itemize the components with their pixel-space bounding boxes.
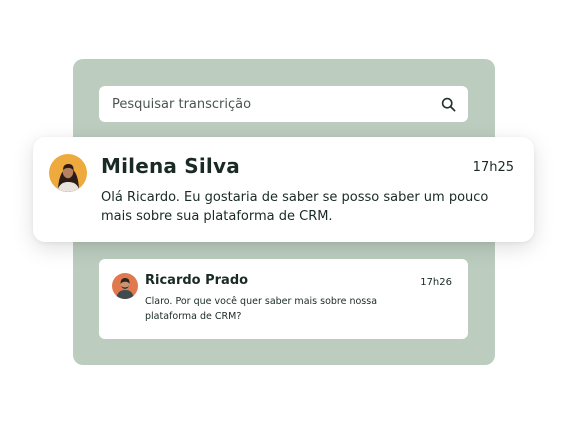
avatar [49, 154, 87, 192]
sender-name: Milena Silva [101, 154, 240, 178]
message-text: Olá Ricardo. Eu gostaria de saber se pos… [101, 190, 489, 224]
message-time: 17h25 [472, 160, 514, 175]
search-bar[interactable] [99, 86, 468, 122]
message-time: 17h26 [420, 277, 452, 288]
message-card[interactable]: Ricardo Prado 17h26 Claro. Por que você … [99, 259, 468, 339]
search-input[interactable] [112, 96, 440, 112]
avatar [112, 273, 138, 299]
message-text: Claro. Por que você quer saber mais sobr… [145, 296, 378, 322]
message-card[interactable]: Milena Silva 17h25 Olá Ricardo. Eu gosta… [33, 137, 534, 242]
search-icon[interactable] [440, 96, 456, 112]
sender-name: Ricardo Prado [145, 273, 249, 288]
transcript-widget: Milena Silva 17h25 Olá Ricardo. Eu gosta… [0, 0, 567, 425]
